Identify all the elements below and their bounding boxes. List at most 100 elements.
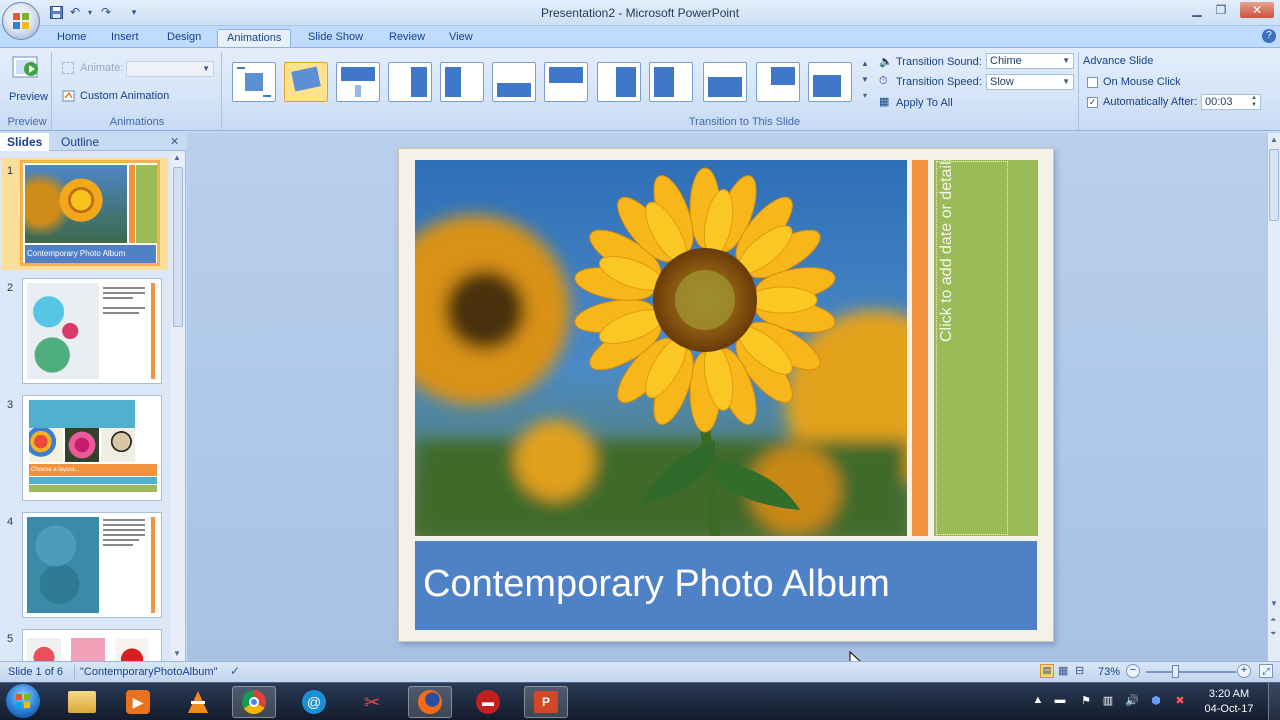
tab-slides[interactable]: Slides <box>0 133 50 151</box>
firefox-icon[interactable] <box>408 686 452 718</box>
recorder-icon[interactable]: ▬ <box>466 686 510 718</box>
thumb-band <box>29 485 157 492</box>
previous-slide-icon[interactable]: ⏶ <box>1270 615 1276 625</box>
transition-thumb-5[interactable] <box>440 62 484 102</box>
zoom-in-icon[interactable]: + <box>1237 664 1251 678</box>
automatically-after-value: 00:03 <box>1205 96 1233 108</box>
restore-button[interactable]: ❐ <box>1208 2 1234 18</box>
slide-number: 4 <box>7 516 14 528</box>
thumb-photo <box>101 428 135 462</box>
scroll-thumb[interactable] <box>173 167 183 327</box>
transition-thumb-3[interactable] <box>336 62 380 102</box>
spell-check-icon[interactable]: ✓ <box>230 664 240 678</box>
next-slide-icon[interactable]: ⏷ <box>1270 629 1276 639</box>
custom-animation-button[interactable]: Custom Animation <box>80 90 169 102</box>
thumb-caption: Contemporary Photo Album <box>25 245 156 263</box>
slide-thumbnail-5[interactable] <box>22 629 162 661</box>
slide-sorter-icon[interactable]: ▦ <box>1058 664 1068 677</box>
slide-thumbnail-3[interactable]: Choose a layout... <box>22 395 162 501</box>
gallery-scroll[interactable]: ▲ ▼ ▾ <box>859 56 871 104</box>
zoom-slider[interactable] <box>1146 671 1236 673</box>
sunflower-photo[interactable] <box>415 160 907 536</box>
on-mouse-click-checkbox[interactable] <box>1087 77 1098 88</box>
chrome-icon[interactable] <box>232 686 276 718</box>
snipping-tool-icon[interactable]: ✂ <box>350 686 394 718</box>
zoom-level[interactable]: 73% <box>1098 666 1120 678</box>
tab-home[interactable]: Home <box>48 29 95 47</box>
office-button[interactable] <box>2 2 40 40</box>
transition-thumb-4[interactable] <box>388 62 432 102</box>
clock-date: 04-Oct-17 <box>1204 703 1254 715</box>
explorer-icon[interactable] <box>60 686 104 718</box>
tab-outline[interactable]: Outline <box>54 133 106 151</box>
tray-shield-icon[interactable]: ⬢ <box>1148 694 1164 708</box>
slide-canvas[interactable]: Click to add date or details Contemporar… <box>398 148 1054 642</box>
transition-thumb-11[interactable] <box>756 62 800 102</box>
powerpoint-icon[interactable]: P <box>524 686 568 718</box>
chevron-up-icon[interactable]: ▲ <box>173 153 181 162</box>
chevron-down-icon[interactable]: ▼ <box>859 72 871 88</box>
transition-thumb-9[interactable] <box>649 62 693 102</box>
tab-slide-show[interactable]: Slide Show <box>299 29 372 47</box>
media-player-icon[interactable]: ▶ <box>116 686 160 718</box>
transition-thumb-12[interactable] <box>808 62 852 102</box>
fit-to-window-icon[interactable]: ⤢ <box>1259 664 1273 678</box>
thumb-text-line <box>103 292 145 294</box>
gallery-more-icon[interactable]: ▾ <box>859 88 871 104</box>
tab-review[interactable]: Review <box>380 29 434 47</box>
zoom-out-icon[interactable]: − <box>1126 664 1140 678</box>
tray-flag-icon[interactable]: ⚑ <box>1078 694 1094 708</box>
tab-design[interactable]: Design <box>158 29 210 47</box>
automatically-after-checkbox[interactable]: ✓ <box>1087 97 1098 108</box>
transition-thumb-7[interactable] <box>544 62 588 102</box>
on-mouse-click-label: On Mouse Click <box>1103 76 1181 88</box>
transition-sound-dropdown[interactable]: Chime ▼ <box>986 53 1074 69</box>
vlc-icon[interactable] <box>176 686 220 718</box>
tray-alert-icon[interactable]: ✖ <box>1172 694 1188 708</box>
transition-speed-dropdown[interactable]: Slow ▼ <box>986 74 1074 90</box>
normal-view-icon[interactable]: ▤ <box>1040 664 1054 678</box>
chevron-up-icon[interactable]: ▲ <box>1270 135 1278 144</box>
slide-show-icon[interactable]: ⊟ <box>1075 664 1084 677</box>
start-button[interactable] <box>6 684 40 718</box>
taskbar-clock[interactable]: 3:20 AM 04-Oct-17 <box>1198 687 1260 717</box>
preview-button[interactable]: Preview <box>6 52 48 112</box>
transition-thumb-none[interactable] <box>232 62 276 102</box>
tab-animations[interactable]: Animations <box>217 29 292 47</box>
chevron-down-icon[interactable]: ▼ <box>173 649 181 658</box>
transition-thumb-6[interactable] <box>492 62 536 102</box>
minimize-button[interactable]: ▁ <box>1184 2 1210 18</box>
tray-network-icon[interactable]: ▥ <box>1100 694 1116 708</box>
thumb-green-box <box>136 165 157 243</box>
slide-thumbnail-4[interactable] <box>22 512 162 618</box>
show-desktop-button[interactable] <box>1268 683 1280 720</box>
date-details-placeholder[interactable]: Click to add date or details <box>934 153 1038 536</box>
close-icon[interactable]: ✕ <box>170 135 179 148</box>
status-divider <box>74 665 75 679</box>
close-button[interactable]: ✕ <box>1240 2 1274 18</box>
animate-icon <box>62 62 74 74</box>
slide-vertical-scrollbar[interactable]: ▲ ▼ ⏶ ⏷ <box>1267 133 1280 661</box>
spinner-arrows-icon[interactable]: ▲ ▼ <box>1251 95 1257 109</box>
chevron-down-icon[interactable]: ▼ <box>1270 599 1278 608</box>
slide-thumbnail-2[interactable] <box>22 278 162 384</box>
internet-icon[interactable]: @ <box>292 686 336 718</box>
tab-insert[interactable]: Insert <box>102 29 148 47</box>
slide-thumbnail-1[interactable]: Contemporary Photo Album <box>20 160 160 266</box>
help-icon[interactable]: ? <box>1262 29 1276 43</box>
transition-thumb-10[interactable] <box>703 62 747 102</box>
transition-thumb-8[interactable] <box>597 62 641 102</box>
zoom-slider-thumb[interactable] <box>1172 665 1179 678</box>
chevron-up-icon[interactable]: ▲ <box>859 56 871 72</box>
automatically-after-spinner[interactable]: 00:03 ▲ ▼ <box>1201 94 1261 110</box>
tray-arrow-icon[interactable]: ▲ <box>1030 694 1046 708</box>
slides-pane-scrollbar[interactable]: ▲ ▼ <box>171 153 185 661</box>
title-placeholder[interactable]: Contemporary Photo Album <box>415 541 1037 630</box>
animate-dropdown[interactable]: ▼ <box>126 61 214 77</box>
thumb-orange-bar <box>151 283 155 379</box>
tray-device-icon[interactable]: ▬ <box>1052 694 1068 708</box>
transition-thumb-selected[interactable] <box>284 62 328 102</box>
tab-view[interactable]: View <box>440 29 482 47</box>
volume-icon[interactable]: 🔊 <box>1124 694 1140 708</box>
scroll-thumb[interactable] <box>1269 149 1279 221</box>
